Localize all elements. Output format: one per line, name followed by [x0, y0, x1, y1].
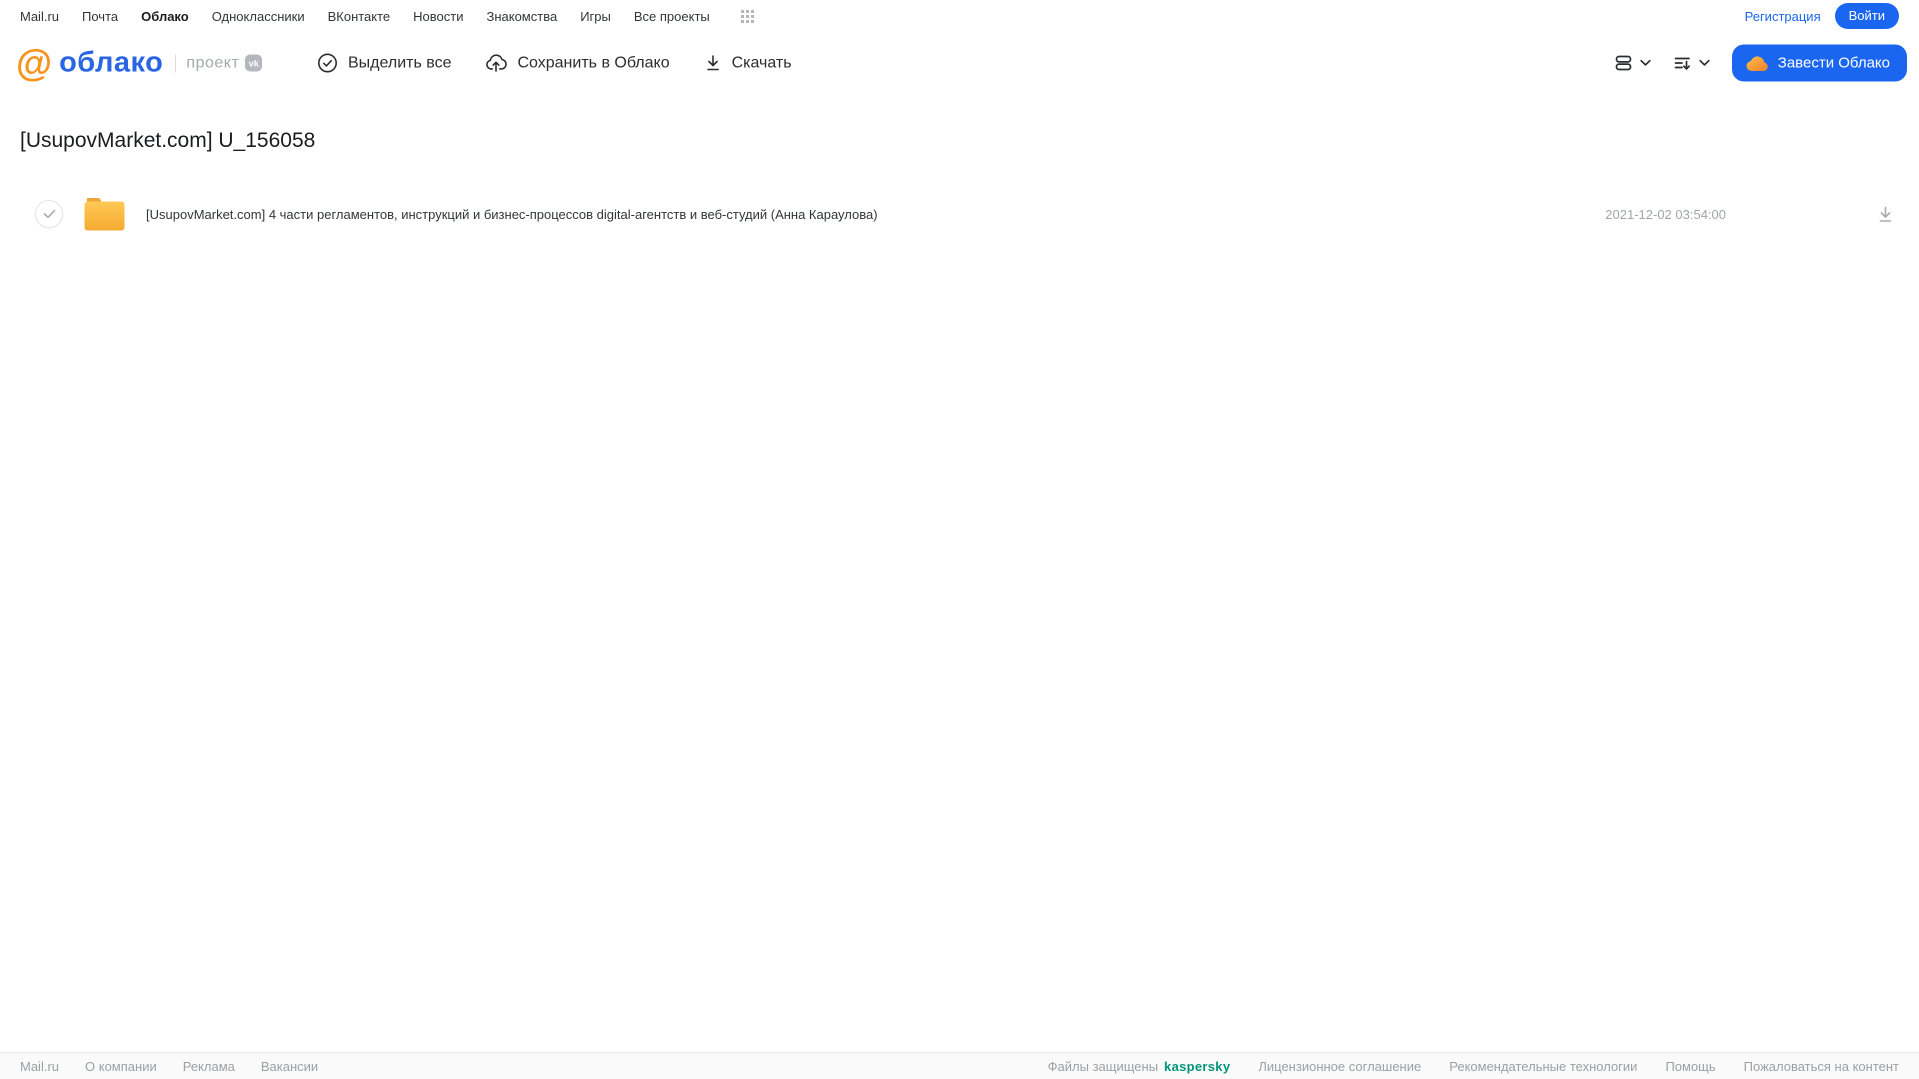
portal-topbar: Mail.ru Почта Облако Одноклассники ВКонт…: [0, 0, 1919, 29]
login-button[interactable]: Войти: [1834, 3, 1899, 29]
chevron-down-icon: [1699, 59, 1710, 67]
footer-link-mailru[interactable]: Mail.ru: [20, 1059, 59, 1074]
folder-icon: [84, 197, 125, 231]
actions-toolbar: Выделить все Сохранить в Облако Скачать: [317, 53, 792, 74]
save-to-cloud-label: Сохранить в Облако: [517, 54, 670, 71]
topnav-cloud[interactable]: Облако: [141, 9, 189, 24]
view-mode-icon: [1614, 54, 1633, 73]
portal-nav: Mail.ru Почта Облако Одноклассники ВКонт…: [20, 9, 754, 24]
footer-link-license[interactable]: Лицензионное соглашение: [1258, 1059, 1421, 1074]
footer-left-links: Mail.ru О компании Реклама Вакансии: [20, 1059, 318, 1074]
select-all-button[interactable]: Выделить все: [317, 53, 451, 74]
file-name: [UsupovMarket.com] 4 части регламентов, …: [146, 206, 878, 222]
topnav-odnoklassniki[interactable]: Одноклассники: [212, 9, 305, 24]
topbar-auth: Регистрация Войти: [1745, 3, 1899, 29]
at-logo-icon: @: [16, 42, 53, 84]
topnav-all-projects[interactable]: Все проекты: [634, 9, 710, 24]
protected-label: Файлы защищены: [1047, 1058, 1159, 1074]
topnav-mailru[interactable]: Mail.ru: [20, 9, 59, 24]
get-cloud-button[interactable]: Завести Облако: [1731, 44, 1907, 82]
footer-link-recommendation-tech[interactable]: Рекомендательные технологии: [1449, 1059, 1637, 1074]
header-right-controls: Завести Облако: [1614, 44, 1907, 82]
registration-link[interactable]: Регистрация: [1745, 9, 1821, 24]
row-checkbox[interactable]: [35, 200, 63, 228]
footer-right-links: Файлы защищены kaspersky Лицензионное со…: [1048, 1059, 1899, 1074]
file-date: 2021-12-02 03:54:00: [1605, 206, 1726, 222]
cloud-icon: [1745, 54, 1769, 72]
topnav-dating[interactable]: Знакомства: [486, 9, 557, 24]
topnav-vkontakte[interactable]: ВКонтакте: [328, 9, 391, 24]
download-label: Скачать: [731, 54, 792, 71]
logo-divider: [175, 54, 177, 72]
download-icon: [704, 54, 722, 73]
save-to-cloud-button[interactable]: Сохранить в Облако: [485, 53, 670, 74]
project-label: проект: [186, 54, 240, 71]
cloud-upload-icon: [485, 53, 508, 74]
footer-link-about[interactable]: О компании: [85, 1059, 157, 1074]
files-protected-note: Файлы защищены kaspersky: [1048, 1059, 1231, 1074]
topnav-games[interactable]: Игры: [580, 9, 611, 24]
page-title: [UsupovMarket.com] U_156058: [20, 129, 316, 152]
cloud-logo[interactable]: @ облако проект vk: [16, 42, 263, 84]
view-mode-dropdown[interactable]: [1614, 54, 1651, 73]
logo-wordmark: облако: [59, 46, 164, 79]
sort-icon: [1673, 54, 1692, 73]
get-cloud-label: Завести Облако: [1777, 54, 1890, 72]
file-list: [UsupovMarket.com] 4 части регламентов, …: [0, 193, 1919, 235]
footer-link-jobs[interactable]: Вакансии: [261, 1059, 318, 1074]
file-row[interactable]: [UsupovMarket.com] 4 части регламентов, …: [0, 193, 1919, 235]
footer: Mail.ru О компании Реклама Вакансии Файл…: [0, 1052, 1919, 1079]
row-download-icon[interactable]: [1876, 205, 1895, 224]
header: @ облако проект vk Выделить все Сохранит…: [0, 34, 1919, 92]
footer-link-report-content[interactable]: Пожаловаться на контент: [1744, 1059, 1899, 1074]
vk-badge-icon: vk: [245, 54, 263, 72]
topnav-mail[interactable]: Почта: [82, 9, 118, 24]
chevron-down-icon: [1640, 59, 1651, 67]
apps-grid-icon[interactable]: [740, 9, 754, 23]
check-icon: [43, 209, 56, 219]
download-button[interactable]: Скачать: [704, 54, 792, 73]
footer-link-help[interactable]: Помощь: [1665, 1059, 1715, 1074]
topnav-news[interactable]: Новости: [413, 9, 463, 24]
check-circle-icon: [317, 53, 338, 74]
kaspersky-logo: kaspersky: [1164, 1058, 1231, 1074]
footer-link-ads[interactable]: Реклама: [183, 1059, 235, 1074]
sort-dropdown[interactable]: [1673, 54, 1710, 73]
select-all-label: Выделить все: [348, 54, 452, 71]
